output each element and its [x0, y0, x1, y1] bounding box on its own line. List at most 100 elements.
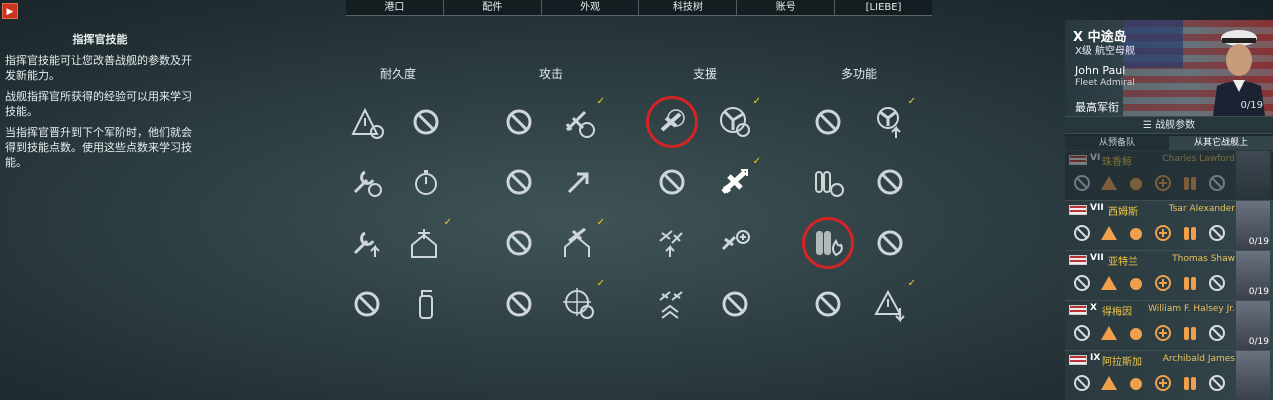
skill-propeller-up-icon[interactable]: ✓: [866, 96, 916, 146]
tab-appearance[interactable]: 外观: [542, 0, 640, 15]
timer-skill-icon: [1125, 222, 1147, 244]
skill-plane-attack-icon[interactable]: ✓: [555, 96, 605, 146]
skill-wrench-timer-icon[interactable]: [343, 158, 391, 206]
back-button[interactable]: ▶: [2, 3, 18, 19]
warning-skill-icon: [1098, 322, 1120, 344]
skill-warning-radar-icon[interactable]: [343, 98, 391, 146]
skill-planes-plus-icon[interactable]: [711, 219, 759, 267]
commander-skill-icons: [1071, 172, 1228, 194]
skill-plane-house-icon[interactable]: ✓: [555, 217, 605, 267]
commander-rank: Fleet Admiral: [1075, 78, 1135, 88]
skill-points: 0/19: [1248, 337, 1269, 347]
commander-list: VI 珠香鲸 Charles Lawford VII 西姆斯 Tsar Alex…: [1065, 150, 1273, 400]
skill-aa-gun-house-icon[interactable]: ✓: [402, 217, 452, 267]
forbidden-icon: [354, 291, 380, 317]
crosshair-timer-icon: [563, 288, 594, 319]
skill-points: 0/19: [1248, 287, 1269, 297]
planes-chevron-icon: [659, 291, 683, 319]
skill-forbidden-icon[interactable]: [648, 158, 696, 206]
commander-name: Archibald James: [1162, 354, 1235, 364]
commander-portrait: [1236, 351, 1270, 400]
ship-tier: X: [1090, 303, 1097, 313]
skill-forbidden-icon[interactable]: [866, 219, 914, 267]
timer-skill-icon: [1125, 172, 1147, 194]
info-paragraph: 战舰指挥官所获得的经验可以用来学习技能。: [5, 90, 192, 118]
forbidden-skill-icon: [1071, 372, 1093, 394]
check-icon: ✓: [596, 96, 605, 107]
column-title-survivability: 耐久度: [379, 67, 416, 81]
forbidden-icon: [506, 291, 532, 317]
forbidden-icon: [877, 230, 903, 256]
tab-clan[interactable]: [LIEBE]: [835, 0, 932, 15]
skill-propeller-icon[interactable]: ✓: [711, 96, 761, 146]
forbidden-skill-icon: [1071, 272, 1093, 294]
skill-crosshair-timer-icon[interactable]: ✓: [555, 278, 605, 328]
tab-equipment[interactable]: 配件: [444, 0, 542, 15]
skill-planes-chevron-icon[interactable]: [648, 280, 696, 328]
max-rank-label: 最高军衔: [1075, 101, 1119, 114]
forbidden-icon: [815, 291, 841, 317]
check-icon: ✓: [596, 217, 605, 228]
info-title: 指挥官技能: [72, 33, 128, 46]
arrow-up-icon: [567, 172, 589, 194]
skill-stopwatch-icon[interactable]: [402, 158, 450, 206]
skill-arrow-up-icon[interactable]: [555, 158, 603, 206]
skill-plane-circle-icon[interactable]: [646, 96, 698, 148]
plus-skill-icon: [1152, 172, 1174, 194]
skill-forbidden-icon[interactable]: [495, 280, 543, 328]
commander-card[interactable]: X 中途岛 X级 航空母舰 John Paul Fleet Admiral 最高…: [1065, 20, 1273, 116]
commander-portrait: [1236, 151, 1270, 200]
timer-skill-icon: [1125, 372, 1147, 394]
ship-tier: IX: [1090, 353, 1101, 363]
skill-forbidden-icon[interactable]: [402, 98, 450, 146]
forbidden-skill-icon: [1206, 322, 1228, 344]
commander-row[interactable]: VII 亚特兰 Thomas Shaw 0/19: [1065, 250, 1273, 300]
skill-forbidden-icon[interactable]: [343, 280, 391, 328]
skill-forbidden-icon[interactable]: [804, 98, 852, 146]
tab-port[interactable]: 港口: [346, 0, 444, 15]
flag-icon: [1069, 255, 1087, 265]
commander-row[interactable]: VII 西姆斯 Tsar Alexander 0/19: [1065, 200, 1273, 250]
stopwatch-icon: [415, 170, 437, 195]
skill-extinguisher-icon[interactable]: [402, 280, 450, 328]
shell-skill-icon: [1179, 372, 1201, 394]
forbidden-icon: [506, 230, 532, 256]
check-icon: ✓: [443, 217, 452, 228]
plus-skill-icon: [1152, 372, 1174, 394]
commander-row[interactable]: X 得梅因 William F. Halsey Jr. 0/19: [1065, 300, 1273, 350]
skill-forbidden-icon[interactable]: [711, 280, 759, 328]
forbidden-icon: [506, 109, 532, 135]
skill-planes-up-icon[interactable]: [648, 219, 696, 267]
tab-account[interactable]: 账号: [737, 0, 836, 15]
skill-fire-shells-icon[interactable]: [802, 217, 854, 269]
skill-forbidden-icon[interactable]: [495, 219, 543, 267]
skill-plane-highlight-icon[interactable]: ✓: [711, 156, 761, 206]
skill-warning-down-icon[interactable]: ✓: [866, 278, 916, 328]
skill-forbidden-icon[interactable]: [495, 98, 543, 146]
commander-row[interactable]: IX 阿拉斯加 Archibald James: [1065, 350, 1273, 400]
plane-house-icon: [564, 227, 590, 257]
top-navigation: 港口 配件 外观 科技树 账号 [LIEBE]: [346, 0, 932, 16]
ship-parameters-button[interactable]: ☰ 战舰参数: [1065, 116, 1273, 134]
check-icon: ✓: [752, 96, 761, 107]
propeller-up-icon: [877, 107, 901, 138]
ship-name: 西姆斯: [1108, 207, 1138, 218]
forbidden-icon: [815, 109, 841, 135]
commander-row[interactable]: VI 珠香鲸 Charles Lawford: [1065, 150, 1273, 200]
tab-from-other-ships[interactable]: 从其它战舰上: [1169, 136, 1273, 150]
warning-radar-icon: [351, 107, 384, 139]
skill-wrench-up-icon[interactable]: [343, 219, 391, 267]
forbidden-skill-icon: [1206, 172, 1228, 194]
skills-info-panel: 指挥官技能 指挥官技能可让您改善战舰的参数及开发新能力。 战舰指挥官所获得的经验…: [5, 32, 195, 176]
skill-forbidden-icon[interactable]: [866, 158, 914, 206]
column-title-versatility: 多功能: [840, 67, 877, 81]
skill-shells-timer-icon[interactable]: [804, 158, 852, 206]
planes-up-icon: [659, 230, 683, 257]
skill-forbidden-icon[interactable]: [804, 280, 852, 328]
skill-forbidden-icon[interactable]: [495, 158, 543, 206]
forbidden-icon: [506, 169, 532, 195]
tab-tech-tree[interactable]: 科技树: [639, 0, 738, 15]
tab-from-reserve[interactable]: 从预备队: [1065, 136, 1169, 150]
commander-name: Thomas Shaw: [1172, 254, 1235, 264]
forbidden-icon: [877, 169, 903, 195]
